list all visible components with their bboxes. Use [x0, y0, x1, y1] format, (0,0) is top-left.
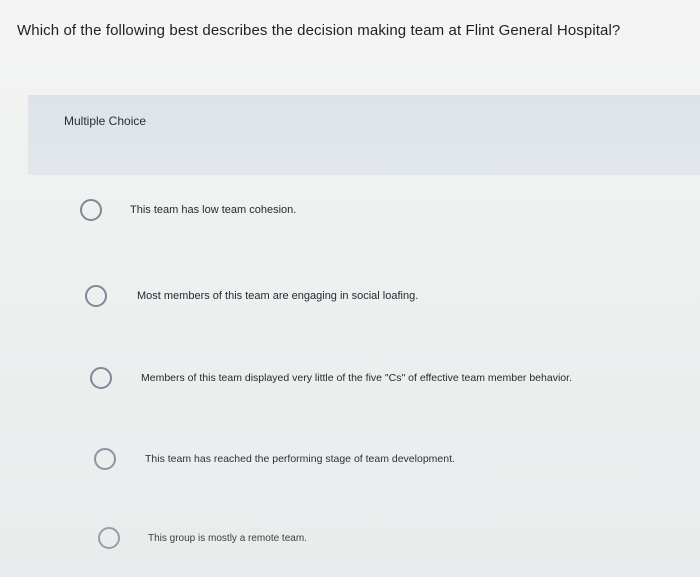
- answer-options: This team has low team cohesion. Most me…: [0, 0, 700, 577]
- answer-option[interactable]: This team has reached the performing sta…: [94, 448, 455, 470]
- radio-button-icon[interactable]: [98, 527, 120, 549]
- answer-option[interactable]: Most members of this team are engaging i…: [85, 285, 418, 307]
- radio-button-icon[interactable]: [80, 199, 102, 221]
- answer-option-label: Most members of this team are engaging i…: [137, 290, 419, 302]
- radio-button-icon[interactable]: [94, 448, 116, 470]
- answer-option[interactable]: This team has low team cohesion.: [80, 199, 296, 221]
- radio-button-icon[interactable]: [85, 285, 107, 307]
- answer-option[interactable]: This group is mostly a remote team.: [98, 527, 307, 549]
- answer-option-label: This group is mostly a remote team.: [148, 532, 307, 544]
- answer-option-label: This team has low team cohesion.: [130, 204, 297, 216]
- answer-option[interactable]: Members of this team displayed very litt…: [90, 367, 572, 389]
- radio-button-icon[interactable]: [90, 367, 112, 389]
- answer-option-label: This team has reached the performing sta…: [145, 453, 455, 465]
- answer-option-label: Members of this team displayed very litt…: [141, 372, 572, 384]
